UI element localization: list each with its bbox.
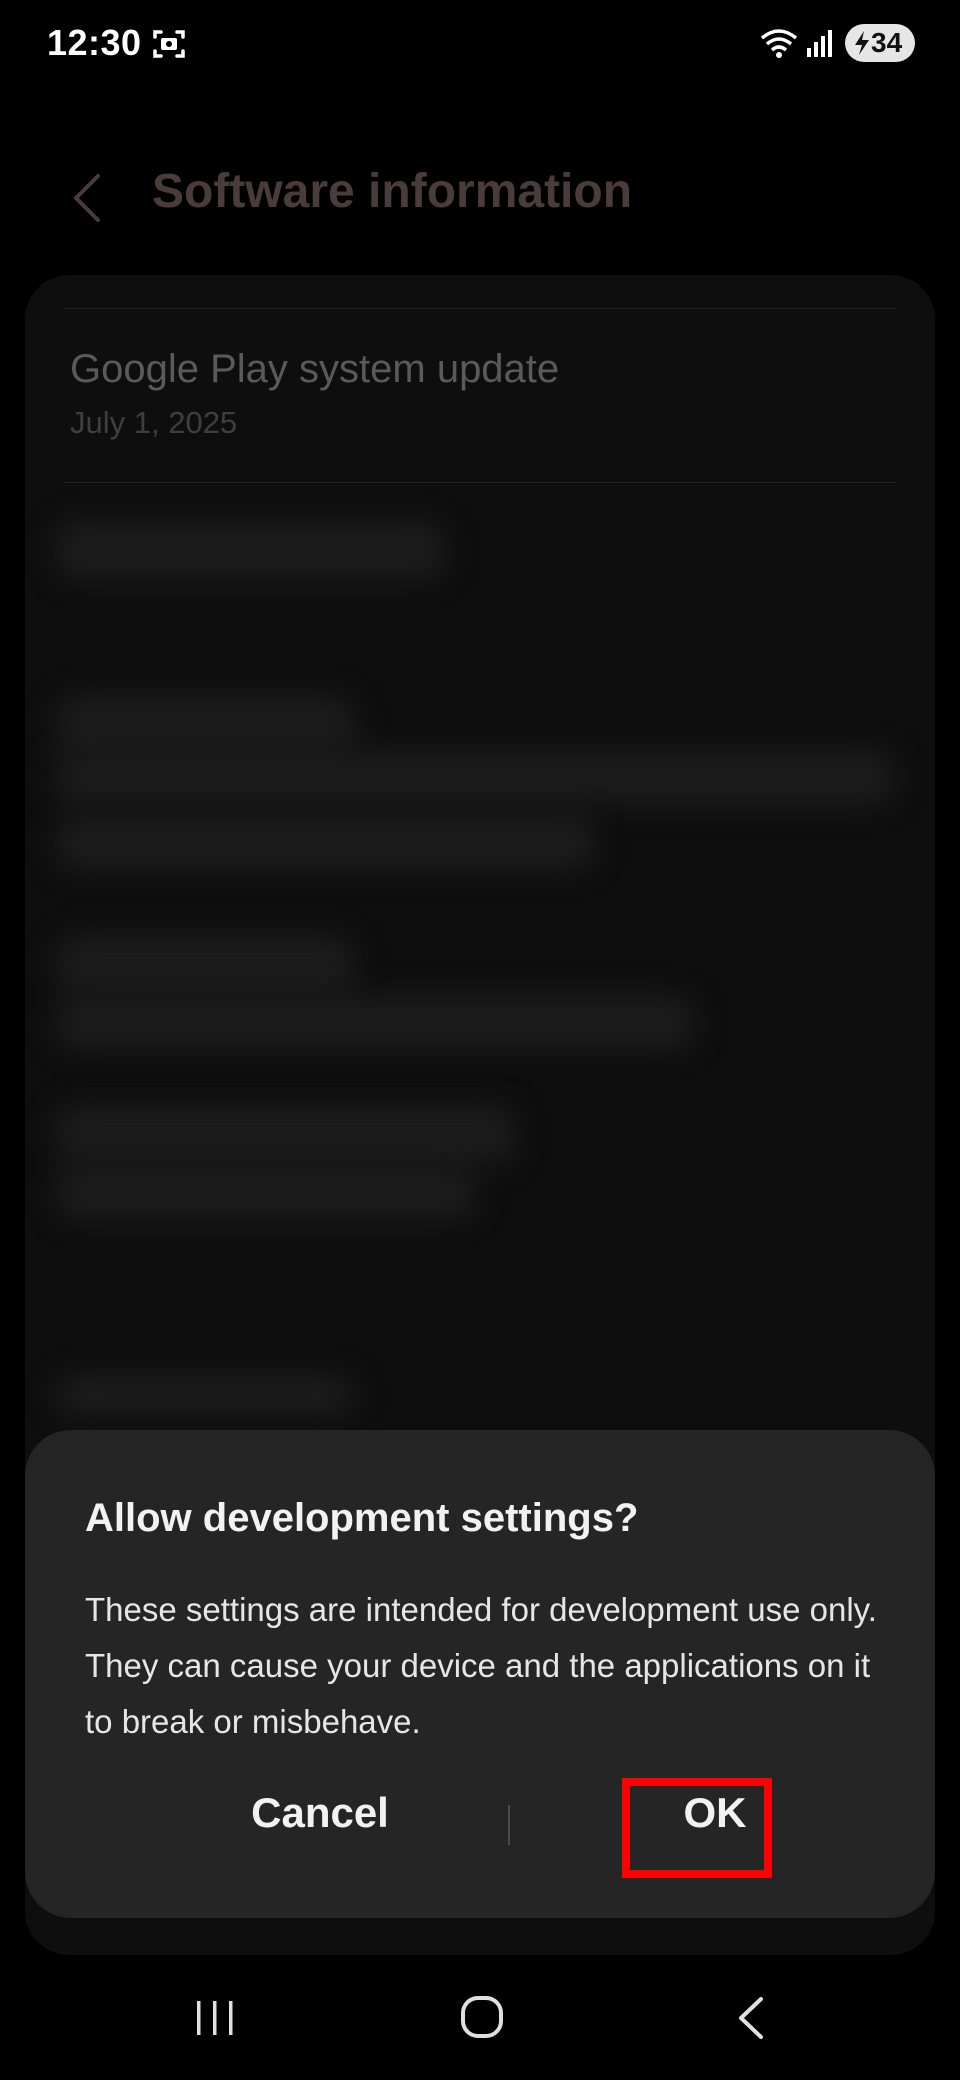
list-item-title: Google Play system update [70,347,560,391]
back-icon[interactable] [735,1995,767,2041]
status-bar: 12:30 34 [0,0,960,90]
blurred-content [55,1105,515,1165]
dialog-message: These settings are intended for developm… [85,1591,877,1740]
back-icon[interactable] [70,172,104,224]
blurred-content [55,935,355,995]
blurred-content [55,995,695,1050]
signal-icon [807,30,832,57]
status-time: 12:30 [47,22,142,63]
battery-indicator: 34 [845,24,915,62]
screenshot-icon [153,30,185,58]
divider [63,482,897,483]
blurred-content [55,750,895,805]
cancel-button[interactable]: Cancel [145,1765,495,1861]
battery-level: 34 [871,27,903,58]
blurred-content [55,695,355,755]
blurred-content [55,1375,355,1415]
page-title: Software information [152,165,633,218]
dialog-title: Allow development settings? [85,1496,639,1540]
blurred-content [55,1165,475,1220]
confirmation-dialog: Allow development settings? These settin… [25,1430,935,1918]
button-divider [508,1805,510,1845]
ok-button[interactable]: OK [625,1765,805,1861]
home-icon[interactable] [460,1995,504,2039]
list-item-subtitle: July 1, 2025 [70,405,238,440]
recents-icon[interactable] [195,1998,235,2038]
blurred-content [55,520,445,580]
wifi-icon [760,29,798,58]
divider [63,308,897,309]
blurred-content [55,815,595,870]
battery-charging-icon [855,31,869,55]
